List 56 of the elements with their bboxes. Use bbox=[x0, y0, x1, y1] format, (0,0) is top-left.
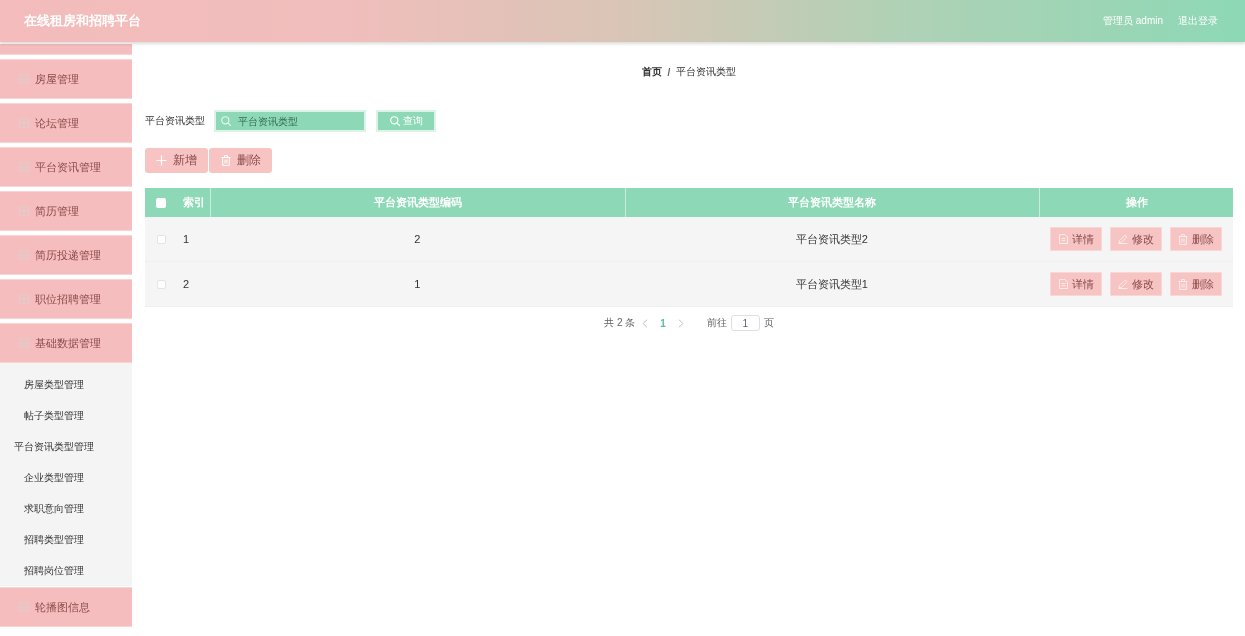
trash-icon bbox=[1178, 278, 1188, 290]
table-cell: 1 bbox=[183, 233, 190, 245]
breadcrumb-current: 平台资讯类型 bbox=[676, 65, 737, 79]
table-cell: 平台资讯类型2 bbox=[795, 231, 868, 247]
pencil-icon bbox=[1118, 234, 1128, 244]
submenu-item[interactable]: 企业类型管理 bbox=[0, 462, 132, 493]
submenu-item[interactable]: 招聘岗位管理 bbox=[0, 555, 132, 586]
add-button[interactable]: 新增 bbox=[145, 148, 208, 173]
chevron-right-icon[interactable] bbox=[677, 318, 684, 328]
breadcrumb-separator: / bbox=[667, 66, 671, 78]
sidebar-item[interactable]: 论坛管理 bbox=[0, 103, 132, 143]
sidebar-item[interactable]: 房屋管理 bbox=[0, 59, 132, 99]
breadcrumb-link[interactable]: 首页 bbox=[641, 65, 662, 79]
chevron-left-icon[interactable] bbox=[642, 318, 649, 328]
submenu-item[interactable]: 平台资讯类型管理 bbox=[0, 431, 132, 462]
table-cell: 平台资讯类型1 bbox=[795, 276, 868, 292]
submenu-item[interactable]: 帖子类型管理 bbox=[0, 400, 132, 431]
app-title: 在线租房和招聘平台 bbox=[24, 12, 142, 30]
submenu-item[interactable]: 房屋类型管理 bbox=[0, 369, 132, 400]
edit-button[interactable]: 修改 bbox=[1110, 227, 1162, 251]
select-all-checkbox[interactable] bbox=[156, 197, 166, 208]
sidebar-item[interactable]: 简历管理 bbox=[0, 191, 132, 231]
delete-button[interactable]: 删除 bbox=[1170, 227, 1222, 251]
pencil-icon bbox=[1118, 279, 1128, 289]
search-icon bbox=[389, 116, 400, 126]
trash-icon bbox=[220, 155, 231, 166]
table-cell: 1 bbox=[414, 278, 421, 290]
search-icon bbox=[221, 116, 231, 126]
sidebar-item[interactable]: 轮播图信息 bbox=[0, 587, 132, 627]
delete-button[interactable]: 删除 bbox=[1170, 272, 1222, 296]
table-cell: 2 bbox=[414, 233, 421, 245]
detail-button[interactable]: 详情 bbox=[1050, 227, 1102, 251]
sidebar-item[interactable]: 简历投递管理 bbox=[0, 235, 132, 275]
trash-icon bbox=[1178, 233, 1188, 245]
user-label: 管理员 admin bbox=[1103, 14, 1163, 28]
document-icon bbox=[1058, 279, 1068, 289]
row-checkbox[interactable] bbox=[156, 234, 166, 244]
goto-label: 前往 bbox=[706, 316, 727, 330]
page-suffix: 页 bbox=[763, 316, 774, 330]
table-cell: 2 bbox=[183, 278, 190, 290]
edit-button[interactable]: 修改 bbox=[1110, 272, 1162, 296]
search-label: 平台资讯类型 bbox=[145, 114, 205, 128]
delete-button[interactable]: 删除 bbox=[209, 148, 272, 173]
plus-icon bbox=[156, 155, 167, 166]
total-count: 共 2 条 bbox=[604, 316, 636, 330]
row-checkbox[interactable] bbox=[156, 279, 166, 289]
sidebar-item[interactable]: 基础数据管理 bbox=[0, 323, 132, 363]
detail-button[interactable]: 详情 bbox=[1050, 272, 1102, 296]
sidebar-item[interactable]: 职位招聘管理 bbox=[0, 279, 132, 319]
column-header: 索引 bbox=[181, 195, 206, 210]
search-field[interactable]: 平台资讯类型 bbox=[214, 110, 366, 132]
submenu-item[interactable]: 求职意向管理 bbox=[0, 493, 132, 524]
page-input[interactable]: 1 bbox=[730, 315, 760, 331]
sidebar-item[interactable]: 平台资讯管理 bbox=[0, 147, 132, 187]
document-icon bbox=[1058, 234, 1068, 244]
submenu-item[interactable]: 招聘类型管理 bbox=[0, 524, 132, 555]
